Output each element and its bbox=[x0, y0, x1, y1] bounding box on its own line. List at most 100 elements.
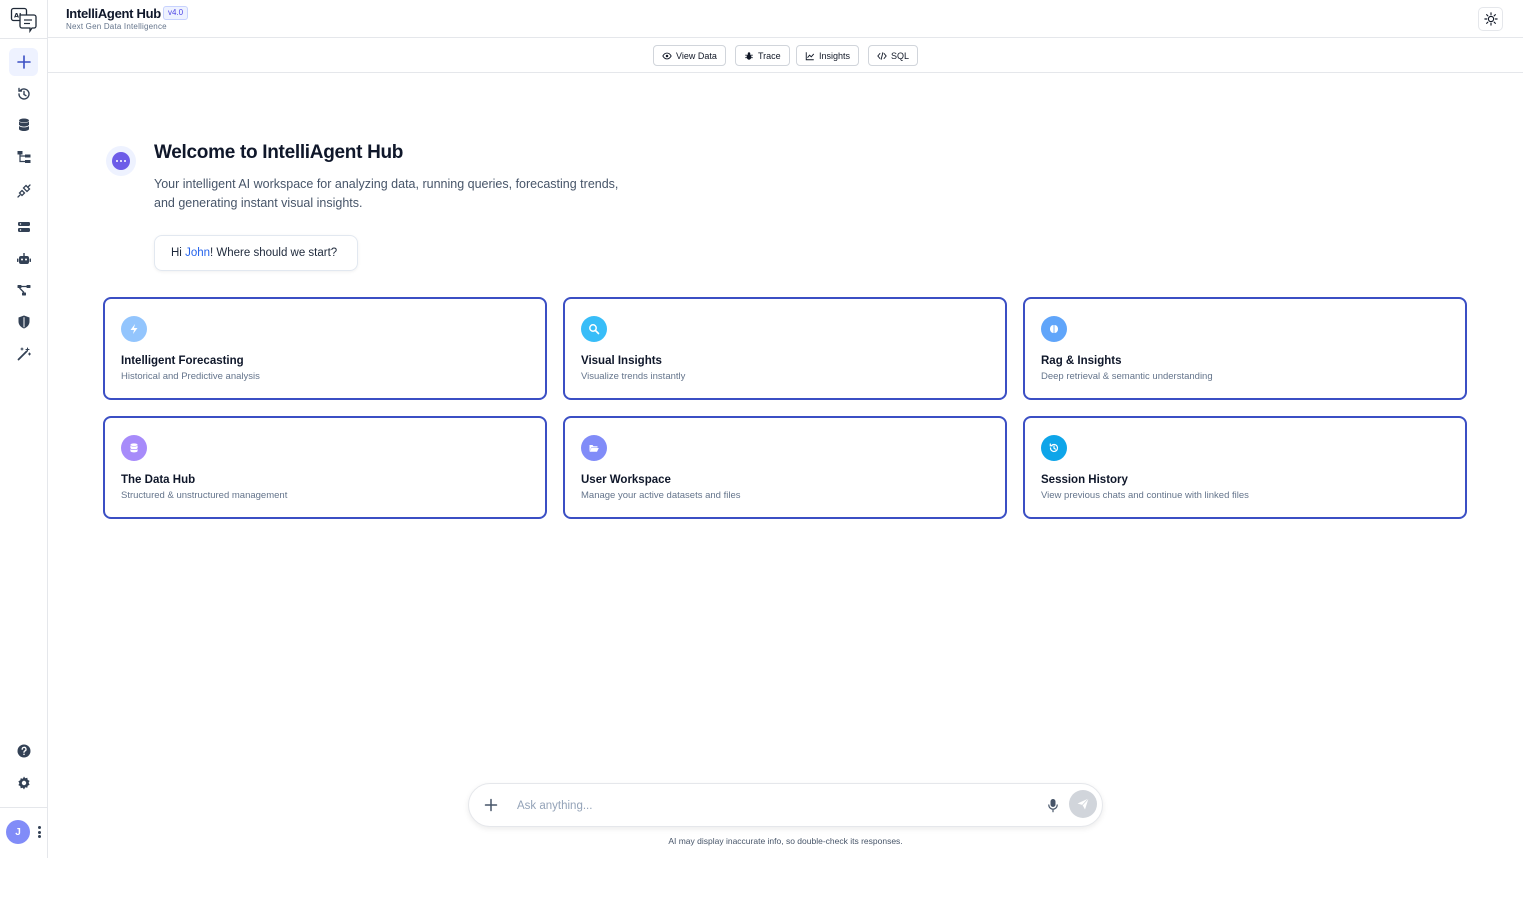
version-badge: v4.0 bbox=[163, 6, 189, 20]
microphone-button[interactable] bbox=[1046, 797, 1060, 813]
sidebar-item-security[interactable] bbox=[9, 308, 38, 336]
plug-icon bbox=[16, 184, 31, 198]
plus-icon bbox=[16, 55, 31, 69]
view-data-label: View Data bbox=[676, 50, 717, 61]
card-description: Manage your active datasets and files bbox=[581, 490, 741, 501]
chat-input[interactable] bbox=[517, 796, 1037, 816]
database-icon bbox=[130, 443, 138, 453]
bolt-icon bbox=[130, 324, 138, 334]
card-title: Session History bbox=[1041, 474, 1128, 486]
server-icon bbox=[17, 222, 30, 232]
view-data-button[interactable]: View Data bbox=[653, 45, 726, 66]
card-description: Structured & unstructured management bbox=[121, 490, 288, 501]
card-description: View previous chats and continue with li… bbox=[1041, 490, 1249, 501]
card-visual-insights[interactable]: Visual Insights Visualize trends instant… bbox=[563, 297, 1007, 400]
chat-ai-logo-icon: AI bbox=[10, 7, 37, 34]
welcome-description: Your intelligent AI workspace for analyz… bbox=[154, 175, 644, 213]
sidebar-item-agents[interactable] bbox=[9, 245, 38, 273]
sidebar-item-magic[interactable] bbox=[9, 340, 38, 368]
header: IntelliAgent Hub v4.0 Next Gen Data Inte… bbox=[48, 0, 1523, 38]
sidebar-item-history[interactable] bbox=[9, 80, 38, 108]
greeting-prefix: Hi bbox=[171, 247, 186, 259]
greeting-user-name: John bbox=[185, 247, 210, 259]
shield-icon bbox=[18, 315, 29, 329]
send-icon bbox=[1077, 798, 1089, 810]
hierarchy-icon bbox=[17, 151, 30, 163]
app-root: AI J IntelliAgent Hub v4.0 Next Gen Data… bbox=[0, 0, 1523, 900]
sidebar: AI J bbox=[0, 0, 48, 858]
welcome-description-line: and generating instant visual insights. bbox=[154, 196, 363, 210]
app-subtitle: Next Gen Data Intelligence bbox=[66, 22, 167, 31]
card-description: Deep retrieval & semantic understanding bbox=[1041, 371, 1213, 382]
sql-label: SQL bbox=[891, 50, 910, 61]
microphone-icon bbox=[1048, 798, 1058, 812]
app-title: IntelliAgent Hub bbox=[66, 6, 161, 21]
sidebar-divider bbox=[0, 807, 47, 808]
send-button[interactable] bbox=[1069, 790, 1097, 818]
avatar[interactable]: J bbox=[6, 820, 30, 844]
database-icon bbox=[18, 118, 29, 131]
trace-button[interactable]: Trace bbox=[735, 45, 790, 66]
card-intelligent-forecasting[interactable]: Intelligent Forecasting Historical and P… bbox=[103, 297, 547, 400]
user-menu-icon[interactable] bbox=[34, 824, 44, 840]
card-session-history[interactable]: Session History View previous chats and … bbox=[1023, 416, 1467, 519]
card-icon-wrap bbox=[1041, 435, 1067, 461]
insights-button[interactable]: Insights bbox=[796, 45, 860, 66]
card-title: Rag & Insights bbox=[1041, 355, 1122, 367]
card-rag-insights[interactable]: Rag & Insights Deep retrieval & semantic… bbox=[1023, 297, 1467, 400]
card-description: Visualize trends instantly bbox=[581, 371, 686, 382]
sidebar-item-database[interactable] bbox=[9, 111, 38, 139]
welcome-description-line: Your intelligent AI workspace for analyz… bbox=[154, 177, 619, 191]
sidebar-item-help[interactable] bbox=[9, 737, 38, 765]
sidebar-item-server[interactable] bbox=[9, 213, 38, 241]
history-icon bbox=[17, 87, 30, 100]
ai-disclaimer: AI may display inaccurate info, so doubl… bbox=[668, 836, 903, 846]
line-chart-icon bbox=[805, 51, 815, 60]
sidebar-item-connections[interactable] bbox=[9, 177, 38, 205]
page-title: Welcome to IntelliAgent Hub bbox=[154, 142, 404, 163]
sun-icon bbox=[1483, 12, 1498, 26]
robot-icon bbox=[16, 253, 31, 264]
card-icon-wrap bbox=[121, 435, 147, 461]
card-user-workspace[interactable]: User Workspace Manage your active datase… bbox=[563, 416, 1007, 519]
sidebar-item-hierarchy[interactable] bbox=[9, 143, 38, 171]
attach-button[interactable] bbox=[483, 797, 499, 813]
greeting-bubble: Hi John! Where should we start? bbox=[154, 235, 358, 271]
card-icon-wrap bbox=[1041, 316, 1067, 342]
card-title: The Data Hub bbox=[121, 474, 196, 486]
sidebar-item-workflow[interactable] bbox=[9, 276, 38, 304]
theme-toggle-button[interactable] bbox=[1478, 7, 1503, 31]
sidebar-item-settings[interactable] bbox=[9, 769, 38, 797]
sql-button[interactable]: SQL bbox=[868, 45, 919, 66]
card-title: Visual Insights bbox=[581, 355, 662, 367]
chat-composer bbox=[468, 783, 1103, 827]
card-data-hub[interactable]: The Data Hub Structured & unstructured m… bbox=[103, 416, 547, 519]
top-toolbar: View Data Trace Insights SQL bbox=[48, 38, 1523, 73]
chat-bubble-icon bbox=[112, 152, 130, 170]
help-icon bbox=[17, 744, 30, 758]
card-icon-wrap bbox=[121, 316, 147, 342]
card-description: Historical and Predictive analysis bbox=[121, 371, 260, 382]
magic-wand-icon bbox=[17, 347, 31, 361]
trace-label: Trace bbox=[758, 50, 781, 61]
card-icon-wrap bbox=[581, 435, 607, 461]
card-title: Intelligent Forecasting bbox=[121, 355, 244, 367]
sidebar-item-new-chat[interactable] bbox=[9, 48, 38, 76]
greeting-suffix: ! Where should we start? bbox=[210, 247, 338, 259]
plus-icon bbox=[484, 798, 498, 812]
eye-icon bbox=[662, 52, 672, 59]
brain-icon bbox=[1050, 325, 1058, 333]
assistant-avatar bbox=[106, 146, 136, 176]
search-icon bbox=[589, 324, 600, 335]
history-icon bbox=[1049, 443, 1059, 453]
card-title: User Workspace bbox=[581, 474, 671, 486]
workflow-icon bbox=[17, 285, 30, 296]
app-logo[interactable]: AI bbox=[10, 7, 38, 34]
folder-open-icon bbox=[589, 445, 599, 452]
insights-label: Insights bbox=[819, 50, 851, 61]
card-icon-wrap bbox=[581, 316, 607, 342]
code-icon bbox=[877, 51, 887, 60]
sidebar-divider bbox=[0, 38, 47, 39]
gear-icon bbox=[17, 776, 30, 790]
bug-icon bbox=[745, 51, 753, 60]
